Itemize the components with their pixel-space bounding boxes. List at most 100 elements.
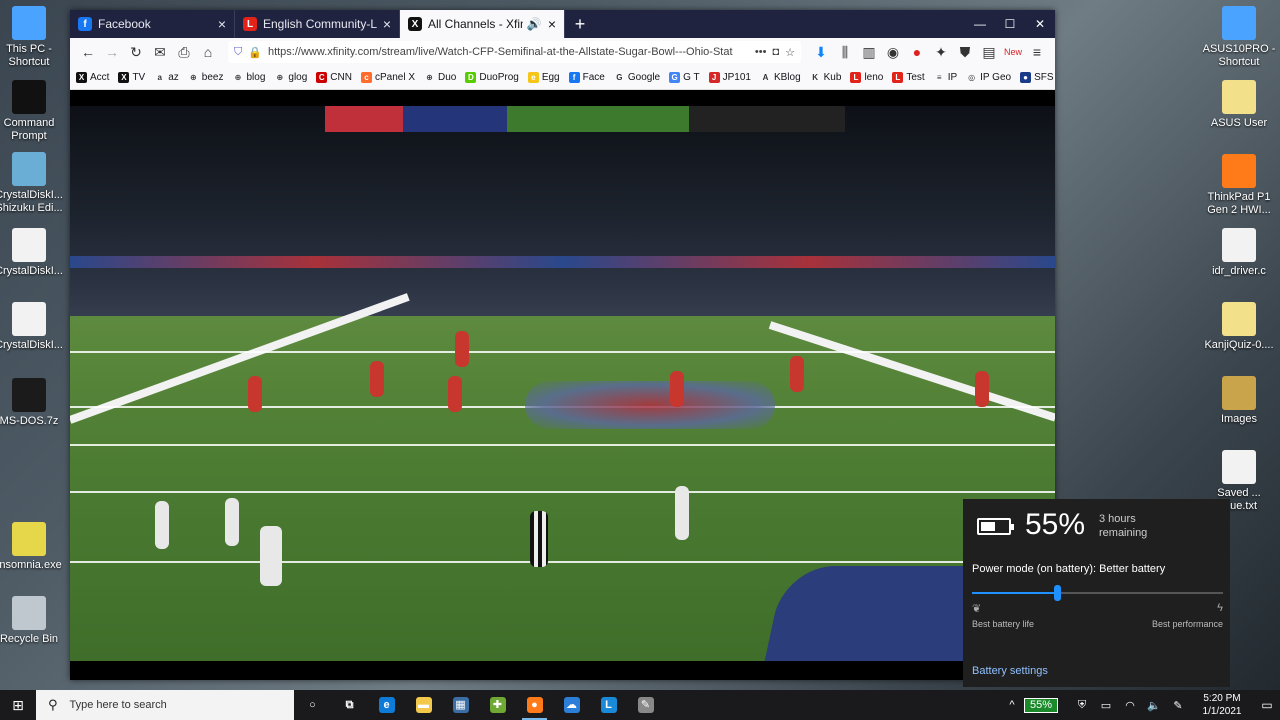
desktop-icon[interactable]: ASUS10PRO - Shortcut: [1202, 6, 1276, 69]
desktop-icon[interactable]: This PC - Shortcut: [0, 6, 66, 69]
bookmark-item[interactable]: ◎ IP Geo: [966, 72, 1011, 83]
url-text[interactable]: https://www.xfinity.com/stream/live/Watc…: [268, 46, 749, 58]
wifi-icon[interactable]: ◠: [1118, 699, 1142, 712]
taskbar-app-tool[interactable]: ✎: [627, 690, 664, 720]
bookmark-favicon-icon: X: [76, 72, 87, 83]
taskbar-app-edge[interactable]: e: [368, 690, 405, 720]
extension-icon[interactable]: ✦: [929, 44, 953, 61]
bookmark-item[interactable]: GG T: [669, 72, 700, 83]
taskbar-app-file-explorer[interactable]: ▬: [405, 690, 442, 720]
volume-icon[interactable]: 🔈: [1142, 699, 1166, 712]
bookmark-item[interactable]: ⊕ glog: [274, 72, 308, 83]
battery-badge[interactable]: 55%: [1023, 697, 1058, 713]
bookmark-item[interactable]: f Face: [568, 72, 605, 83]
desktop-icon[interactable]: idr_driver.c: [1202, 228, 1276, 278]
taskbar-app-cloud[interactable]: ☁: [553, 690, 590, 720]
security-icon[interactable]: ⛨: [1070, 699, 1094, 712]
lock-icon[interactable]: 🔒: [248, 46, 262, 59]
cloud-icon: ☁: [563, 697, 580, 713]
desktop-icon[interactable]: ASUS User: [1202, 80, 1276, 130]
tab-lenovo-community[interactable]: L English Community-Lenovo C ×: [235, 10, 400, 38]
menu-icon[interactable]: ≡: [1025, 44, 1049, 60]
maximize-button[interactable]: ☐: [995, 10, 1025, 38]
privacy-icon[interactable]: ⛊: [953, 44, 977, 61]
bookmark-item[interactable]: X Acct: [76, 72, 109, 83]
desktop-icon[interactable]: CrystalDiskI...: [0, 302, 66, 352]
bookmark-item[interactable]: A KBlog: [760, 72, 801, 83]
desktop-icon[interactable]: KanjiQuiz-0....: [1202, 302, 1276, 352]
notification-icon[interactable]: ▭: [1254, 698, 1280, 712]
taskbar-app-lenovo-l[interactable]: L: [590, 690, 627, 720]
shield-icon[interactable]: ⛉: [234, 46, 242, 59]
bookmark-star-icon[interactable]: ☆: [785, 46, 795, 59]
minimize-button[interactable]: —: [965, 10, 995, 38]
windows-start-icon[interactable]: ⊞: [0, 697, 36, 714]
desktop-icon[interactable]: CrystalDiskI...: [0, 228, 66, 278]
new-tab-button[interactable]: +: [565, 10, 595, 38]
tab-facebook[interactable]: f Facebook ×: [70, 10, 235, 38]
container-icon[interactable]: ▤: [977, 44, 1001, 61]
url-bar[interactable]: ⛉ 🔒 https://www.xfinity.com/stream/live/…: [228, 41, 801, 63]
bookmark-item[interactable]: ⊕ Duo: [424, 72, 456, 83]
battery-settings-link[interactable]: Battery settings: [972, 665, 1048, 677]
forward-icon[interactable]: →: [100, 44, 124, 60]
facebook-icon: f: [78, 17, 92, 31]
bookmark-item[interactable]: a az: [154, 72, 179, 83]
taskbar-app-firefox[interactable]: ●: [516, 690, 553, 720]
taskbar-app-task-view[interactable]: ⧉: [331, 690, 368, 720]
bookmark-item[interactable]: J JP101: [708, 72, 751, 83]
taskbar-app-app-green[interactable]: ✚: [479, 690, 516, 720]
bookmark-item[interactable]: ⊕ beez: [188, 72, 224, 83]
pocket-icon[interactable]: ◘: [772, 46, 779, 58]
page-actions-icon[interactable]: •••: [755, 46, 767, 58]
desktop-icon[interactable]: Insomnia.exe: [0, 522, 66, 572]
adblock-icon[interactable]: ●: [905, 44, 929, 60]
taskbar-search[interactable]: ⚲ Type here to search: [36, 690, 294, 720]
battery-time-remaining: 3 hours remaining: [1099, 513, 1148, 539]
bookmark-item[interactable]: L Test: [892, 72, 925, 83]
home-icon[interactable]: ⌂: [196, 44, 220, 60]
video-player[interactable]: [70, 106, 1055, 661]
power-mode-slider[interactable]: [972, 585, 1223, 601]
desktop-icon[interactable]: Recycle Bin: [0, 596, 66, 646]
bookmark-item[interactable]: ⊕ blog: [232, 72, 266, 83]
bookmark-item[interactable]: K Kub: [810, 72, 841, 83]
close-icon[interactable]: ×: [383, 16, 391, 32]
bookmark-item[interactable]: ● SFS: [1020, 72, 1054, 83]
close-icon[interactable]: ×: [548, 16, 556, 32]
library-icon[interactable]: ⫼: [833, 44, 857, 61]
taskbar-app-cortana[interactable]: ○: [294, 690, 331, 720]
back-icon[interactable]: ←: [76, 44, 100, 60]
bookmark-item[interactable]: e Egg: [527, 72, 560, 83]
desktop-icon[interactable]: MS-DOS.7z: [0, 378, 66, 428]
tab-xfinity-stream[interactable]: X All Channels - Xfinity Stream 🔊 ×: [400, 10, 565, 38]
bookmark-item[interactable]: ≡ IP: [934, 72, 957, 83]
bookmark-item[interactable]: Lleno: [850, 72, 883, 83]
bookmark-item[interactable]: c cPanel X: [360, 72, 415, 83]
desktop-icon[interactable]: Command Prompt: [0, 80, 66, 143]
bookmark-item[interactable]: G Google: [614, 72, 660, 83]
print-icon[interactable]: ⎙: [172, 44, 196, 61]
tray-overflow-icon[interactable]: ^: [1000, 699, 1024, 711]
close-window-button[interactable]: ✕: [1025, 10, 1055, 38]
bookmark-item[interactable]: D DuoProg: [465, 72, 519, 83]
bookmark-item[interactable]: X TV: [118, 72, 145, 83]
taskbar-app-store[interactable]: ▦: [442, 690, 479, 720]
close-icon[interactable]: ×: [218, 16, 226, 32]
battery-icon: [977, 518, 1014, 535]
new-badge-icon[interactable]: New: [1001, 47, 1025, 57]
battery-tray-icon[interactable]: ▭: [1094, 699, 1118, 712]
mail-icon[interactable]: ✉: [148, 44, 172, 61]
account-icon[interactable]: ◉: [881, 44, 905, 61]
desktop-icon[interactable]: CrystalDiskI... Shizuku Edi...: [0, 152, 66, 215]
speaker-icon[interactable]: 🔊: [527, 17, 542, 31]
clock[interactable]: 5:20 PM 1/1/2021: [1190, 692, 1254, 718]
reload-icon[interactable]: ↻: [124, 44, 148, 61]
bookmark-item[interactable]: C CNN: [316, 72, 352, 83]
slider-thumb[interactable]: [1054, 585, 1062, 601]
pen-icon[interactable]: ✎: [1166, 699, 1190, 712]
download-icon[interactable]: ⬇: [809, 44, 833, 61]
sidebar-icon[interactable]: ▥: [857, 44, 881, 61]
desktop-icon[interactable]: Images: [1202, 376, 1276, 426]
desktop-icon[interactable]: ThinkPad P1 Gen 2 HWI...: [1202, 154, 1276, 217]
